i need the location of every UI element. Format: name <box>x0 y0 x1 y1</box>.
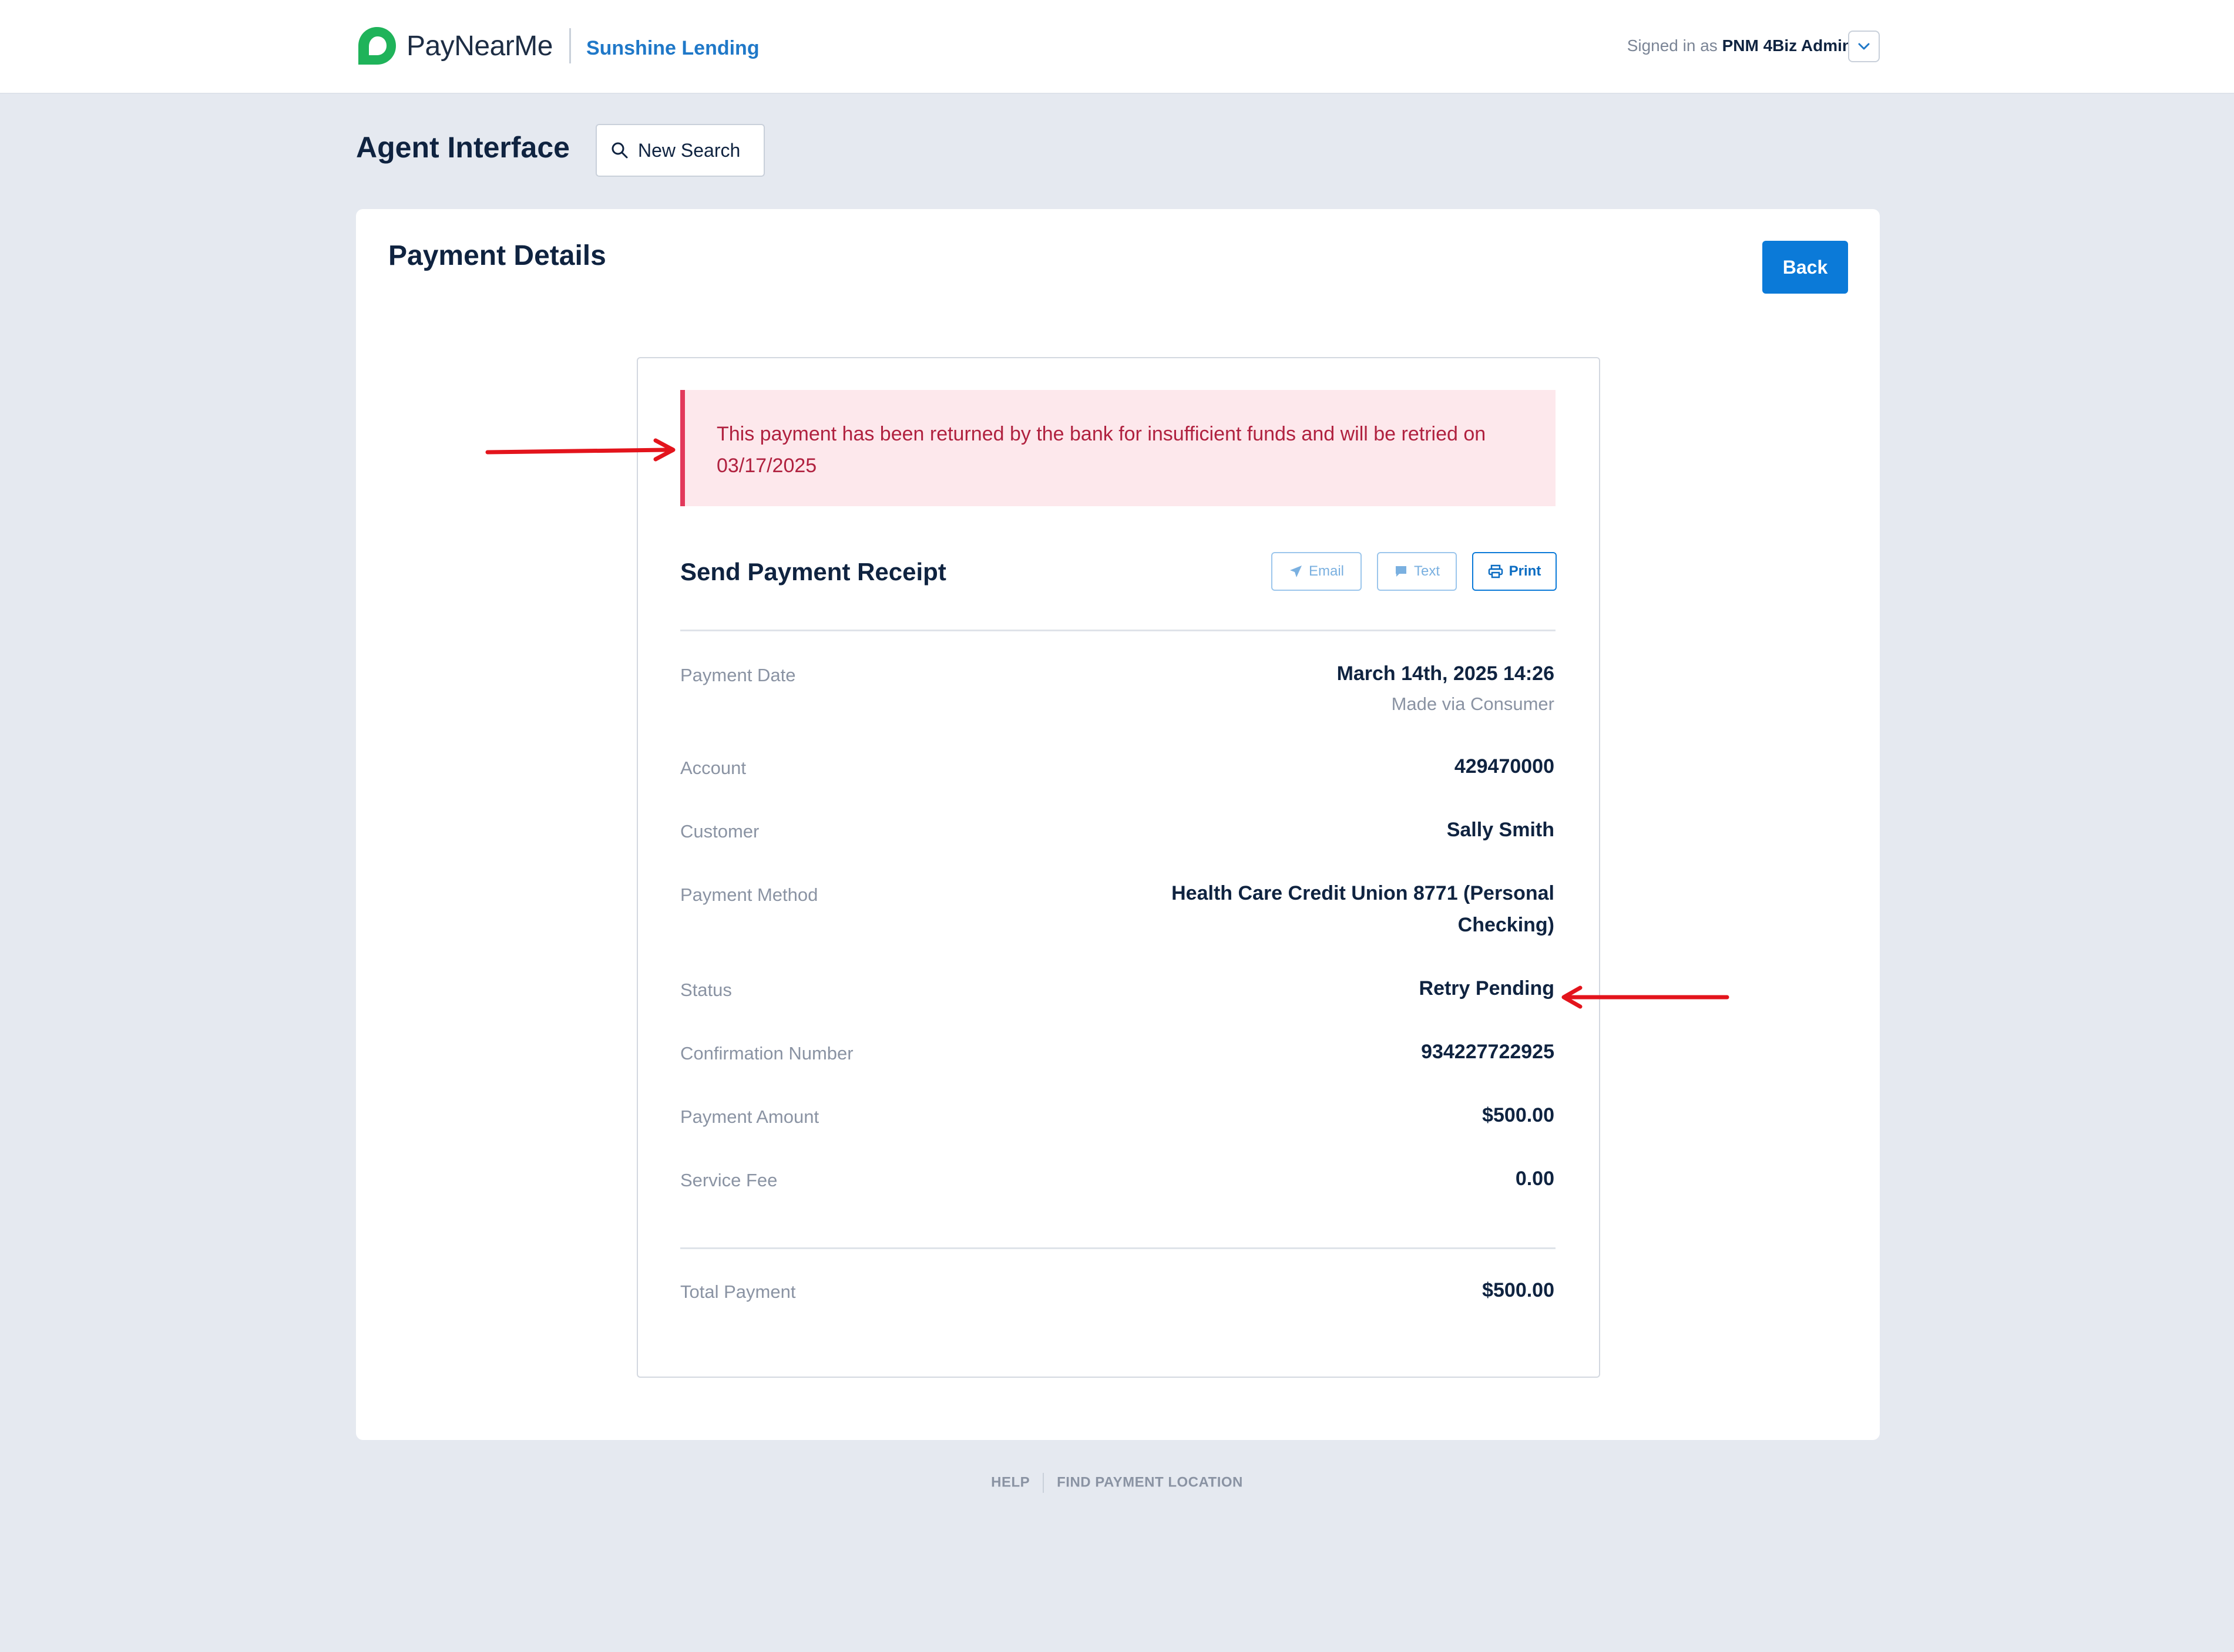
paper-plane-icon <box>1289 566 1302 577</box>
annotation-arrow-icon <box>485 438 676 462</box>
agent-interface-title: Agent Interface <box>356 131 570 164</box>
total-payment-label: Total Payment <box>680 1281 796 1302</box>
new-search-button[interactable]: New Search <box>596 124 765 177</box>
paynearme-logo-icon <box>358 27 396 65</box>
payment-method-line2: Checking) <box>1457 914 1554 936</box>
status-label: Status <box>680 980 732 1000</box>
text-label: Text <box>1413 563 1440 579</box>
text-receipt-button[interactable]: Text <box>1377 552 1457 591</box>
payment-method-line1: Health Care Credit Union 8771 (Personal <box>1171 882 1554 904</box>
email-label: Email <box>1308 563 1344 579</box>
signed-in-status: Signed in as PNM 4Biz Admin <box>1627 36 1852 55</box>
page-title: Payment Details <box>388 240 606 271</box>
payment-date-text: March 14th, 2025 14:26 <box>1336 662 1554 685</box>
returned-payment-alert: This payment has been returned by the ba… <box>680 390 1556 506</box>
logo-text: PayNearMe <box>407 30 553 62</box>
account-label: Account <box>680 758 747 778</box>
service-fee-value: 0.00 <box>1515 1167 1554 1190</box>
chat-bubble-icon <box>1395 566 1406 577</box>
brand[interactable]: PayNearMe Sunshine Lending <box>356 25 760 67</box>
email-receipt-button[interactable]: Email <box>1271 552 1362 591</box>
signed-in-user: PNM 4Biz Admin <box>1722 36 1852 55</box>
status-value: Retry Pending <box>1419 977 1554 1000</box>
footer-divider <box>1043 1473 1044 1493</box>
back-button[interactable]: Back <box>1762 241 1848 294</box>
chevron-down-icon <box>1858 43 1870 50</box>
payment-method-label: Payment Method <box>680 884 818 905</box>
print-label: Print <box>1509 563 1541 579</box>
top-bar: PayNearMe Sunshine Lending Signed in as … <box>0 0 2234 94</box>
total-payment-value: $500.00 <box>1482 1279 1554 1301</box>
receipt-panel: This payment has been returned by the ba… <box>637 357 1600 1378</box>
account-value: 429470000 <box>1454 755 1554 778</box>
payment-date-label: Payment Date <box>680 665 796 685</box>
signed-in-prefix: Signed in as <box>1627 36 1718 55</box>
payment-date-value: March 14th, 2025 14:26 Made via Consumer <box>1337 658 1554 719</box>
payment-source: Made via Consumer <box>1391 694 1554 714</box>
printer-icon <box>1488 564 1503 578</box>
service-fee-label: Service Fee <box>680 1170 778 1190</box>
customer-label: Customer <box>680 821 760 842</box>
find-payment-location-link[interactable]: FIND PAYMENT LOCATION <box>1057 1474 1243 1490</box>
confirmation-label: Confirmation Number <box>680 1043 854 1064</box>
footer: HELP FIND PAYMENT LOCATION <box>0 1473 2234 1493</box>
customer-value: Sally Smith <box>1446 819 1554 841</box>
receipt-title: Send Payment Receipt <box>680 558 946 586</box>
total-divider <box>680 1247 1556 1249</box>
print-receipt-button[interactable]: Print <box>1472 552 1557 591</box>
payment-amount-value: $500.00 <box>1482 1104 1554 1126</box>
payment-amount-label: Payment Amount <box>680 1106 819 1127</box>
payment-details-card: Payment Details Back This payment has be… <box>356 209 1880 1440</box>
user-menu-button[interactable] <box>1848 31 1880 62</box>
search-icon <box>612 142 628 159</box>
help-link[interactable]: HELP <box>991 1474 1030 1490</box>
annotation-arrow-icon <box>1561 985 1729 1009</box>
business-name: Sunshine Lending <box>586 36 760 59</box>
confirmation-value: 934227722925 <box>1421 1041 1554 1063</box>
receipt-divider <box>680 630 1556 631</box>
logo-divider <box>569 28 571 63</box>
payment-method-value: Health Care Credit Union 8771 (Personal … <box>1171 877 1554 941</box>
new-search-label: New Search <box>638 139 741 161</box>
